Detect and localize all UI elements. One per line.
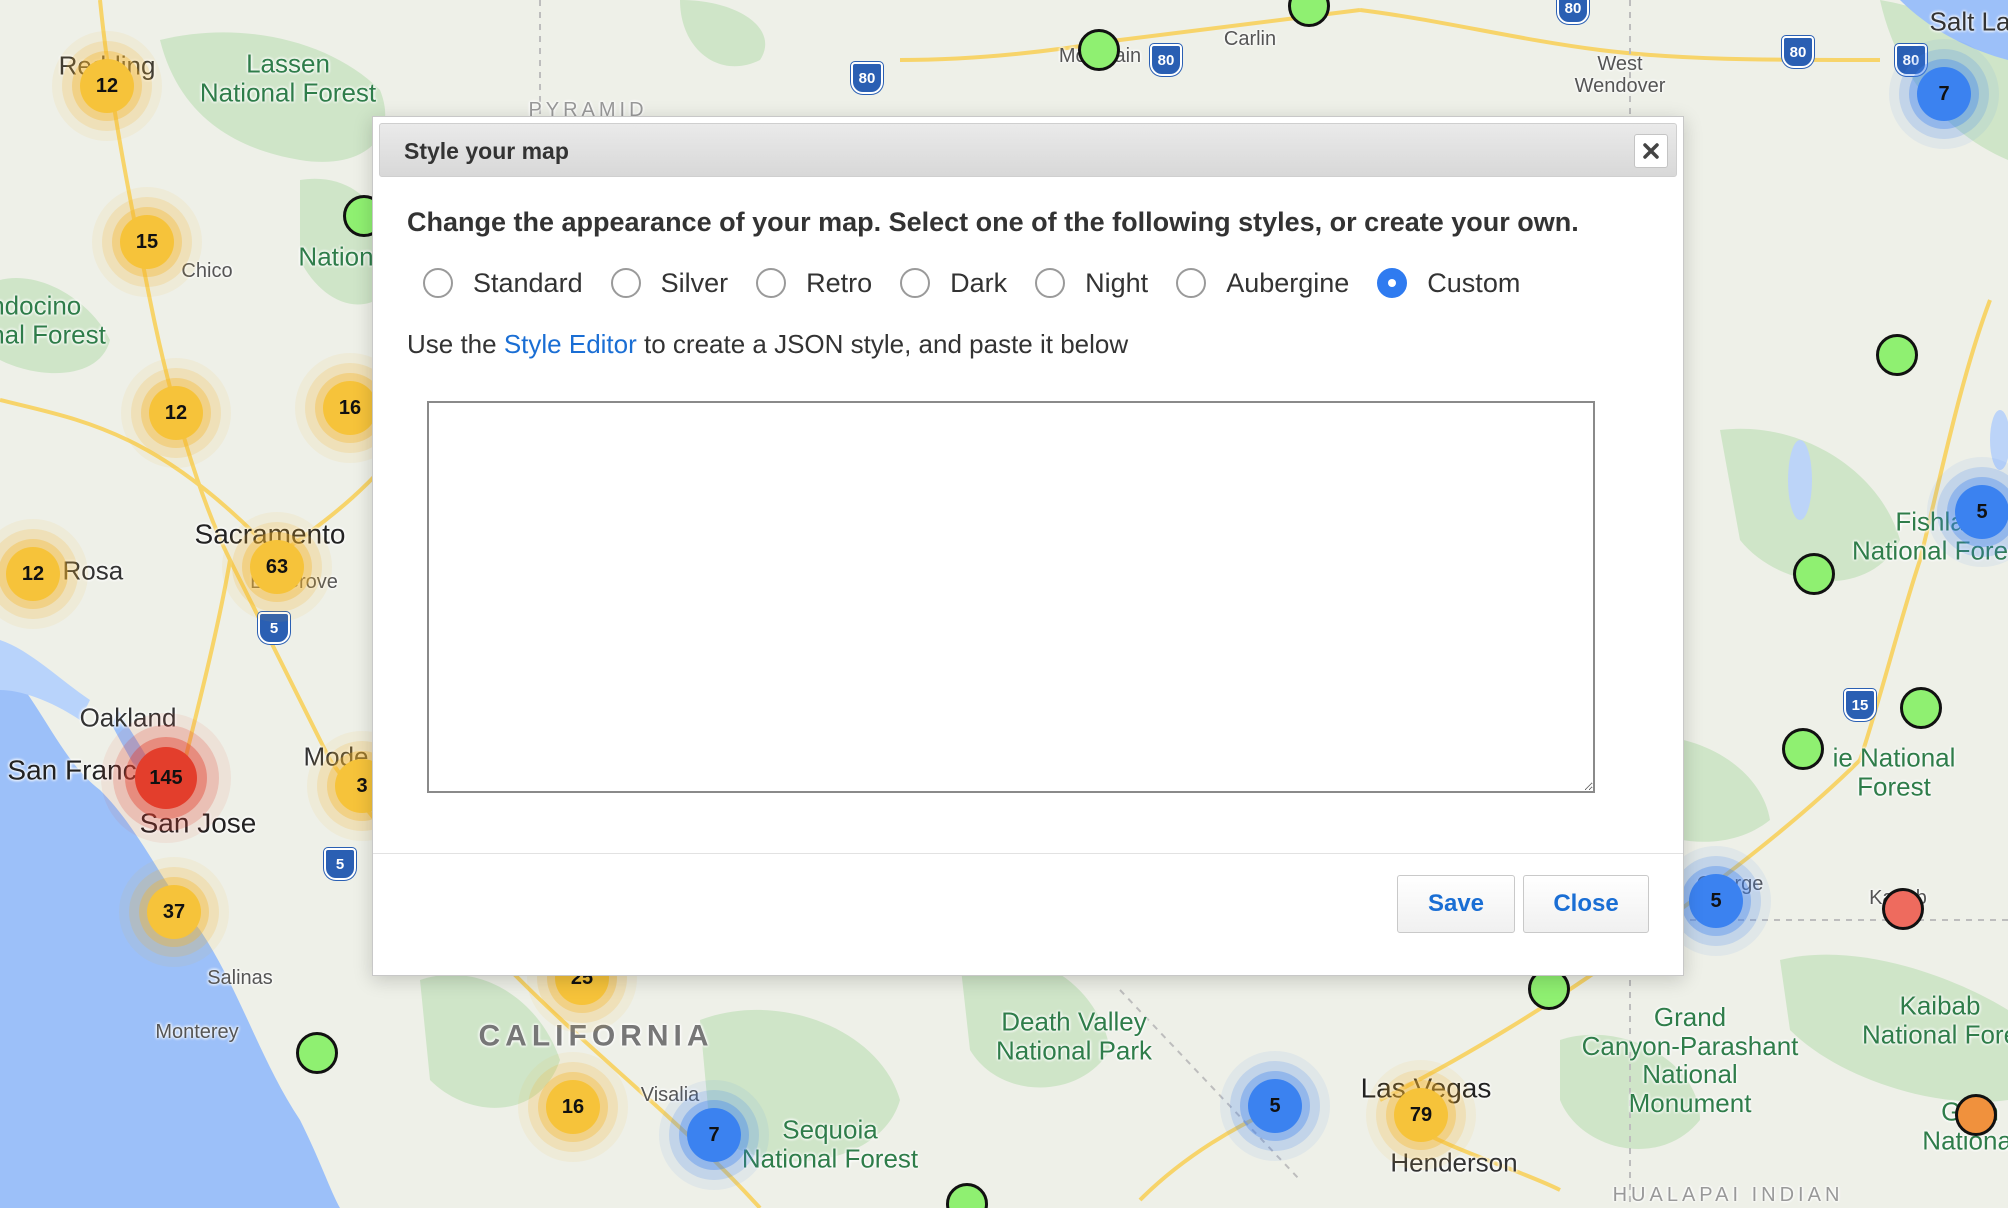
cluster-marker[interactable]: 7 <box>1917 67 1971 121</box>
radio-silver[interactable] <box>610 268 641 298</box>
style-option-silver[interactable]: Silver <box>610 267 729 299</box>
style-option-night[interactable]: Night <box>1035 268 1148 299</box>
cluster-marker[interactable]: 16 <box>323 381 377 435</box>
label-monterey: Monterey <box>155 1021 239 1043</box>
interstate-80-shield: 80 <box>1150 44 1182 76</box>
dialog-footer-divider <box>373 853 1683 854</box>
interstate-5-shield: 5 <box>258 612 290 644</box>
style-option-label: Standard <box>473 267 583 298</box>
cluster-marker[interactable]: 145 <box>135 747 197 809</box>
label-san-jose: San Jose <box>139 807 257 839</box>
style-option-standard[interactable]: Standard <box>423 268 583 299</box>
style-option-custom[interactable]: Custom <box>1377 268 1520 299</box>
radio-standard[interactable] <box>423 268 453 298</box>
location-marker[interactable] <box>1900 687 1942 729</box>
location-marker[interactable] <box>1782 728 1824 770</box>
dialog-title: Style your map <box>404 138 569 164</box>
label-kaibab-national-forest: Kaibab National Fore <box>1861 990 2008 1049</box>
cluster-marker[interactable]: 79 <box>1394 1088 1448 1142</box>
label-sequoia-national-forest: Sequoia National Forest <box>741 1114 919 1173</box>
cluster-marker[interactable]: 5 <box>1689 874 1743 928</box>
style-option-label: Night <box>1085 267 1149 298</box>
json-style-textarea[interactable] <box>427 401 1595 793</box>
hint-text-before: Use the <box>407 329 504 359</box>
radio-night[interactable] <box>1035 268 1066 298</box>
cluster-marker[interactable]: 7 <box>687 1108 741 1162</box>
cluster-marker[interactable]: 5 <box>1955 485 2008 539</box>
dialog-titlebar[interactable]: Style your map <box>379 123 1677 177</box>
style-option-retro[interactable]: Retro <box>756 268 872 299</box>
style-editor-hint: Use the Style Editor to create a JSON st… <box>407 329 1128 360</box>
label-grand-canyon-parashant: Grand Canyon-Parashant National Monument <box>1581 1001 1799 1118</box>
location-marker[interactable] <box>1882 888 1924 930</box>
location-marker[interactable] <box>1876 334 1918 376</box>
cluster-marker[interactable]: 12 <box>149 386 203 440</box>
style-options-group: Standard Silver Retro Dark Night Aubergi… <box>423 263 1548 303</box>
radio-retro[interactable] <box>756 268 787 298</box>
cluster-marker[interactable]: 12 <box>6 547 60 601</box>
interstate-80-shield: 80 <box>1557 0 1589 24</box>
close-button[interactable]: Close <box>1523 875 1649 933</box>
label-mendocino-national-forest: ndocino nal Forest <box>0 290 106 349</box>
label-california: CALIFORNIA <box>478 1019 714 1053</box>
label-dixie-national-forest: ie National Forest <box>1832 742 1956 801</box>
cluster-marker[interactable]: 37 <box>147 885 201 939</box>
interstate-15-shield: 15 <box>1844 689 1876 721</box>
style-option-dark[interactable]: Dark <box>900 268 1007 299</box>
label-visalia: Visalia <box>640 1084 700 1106</box>
cluster-marker[interactable]: 15 <box>120 215 174 269</box>
label-west-wendover: West Wendover <box>1574 53 1666 97</box>
style-option-label: Dark <box>950 267 1008 298</box>
label-national-forest-partial: Nation <box>298 241 374 272</box>
radio-aubergine[interactable] <box>1176 268 1207 298</box>
interstate-80-shield: 80 <box>1782 36 1814 68</box>
cluster-marker[interactable]: 16 <box>546 1080 600 1134</box>
label-chico: Chico <box>181 260 233 282</box>
label-lassen-national-forest: Lassen National Forest <box>199 48 377 107</box>
location-marker[interactable] <box>1955 1094 1997 1136</box>
label-oakland: Oakland <box>79 702 177 733</box>
dialog-intro-text: Change the appearance of your map. Selec… <box>407 207 1579 237</box>
location-marker[interactable] <box>1793 553 1835 595</box>
location-marker[interactable] <box>296 1032 338 1074</box>
cluster-marker[interactable]: 63 <box>250 540 304 594</box>
style-editor-link[interactable]: Style Editor <box>504 329 637 359</box>
label-hualapai: HUALAPAI INDIAN <box>1612 1184 1844 1206</box>
style-map-dialog: Style your map Change the appearance of … <box>372 116 1684 976</box>
style-option-label: Retro <box>806 267 873 298</box>
radio-custom[interactable] <box>1377 268 1408 298</box>
label-death-valley-national-park: Death Valley National Park <box>995 1006 1153 1065</box>
style-option-label: Silver <box>660 267 729 298</box>
interstate-5-shield: 5 <box>324 848 356 880</box>
hint-text-after: to create a JSON style, and paste it bel… <box>636 329 1129 359</box>
label-carlin: Carlin <box>1223 28 1277 50</box>
close-icon[interactable] <box>1634 134 1668 168</box>
radio-dark[interactable] <box>900 268 931 298</box>
save-button[interactable]: Save <box>1397 875 1515 933</box>
label-salinas: Salinas <box>207 967 273 989</box>
cluster-marker[interactable]: 5 <box>1248 1079 1302 1133</box>
cluster-marker[interactable]: 12 <box>80 59 134 113</box>
close-icon-glyph <box>1643 143 1659 159</box>
style-option-aubergine[interactable]: Aubergine <box>1176 268 1349 299</box>
location-marker[interactable] <box>1078 29 1120 71</box>
interstate-80-shield: 80 <box>1895 44 1927 76</box>
label-henderson: Henderson <box>1390 1147 1518 1178</box>
interstate-80-shield: 80 <box>851 62 883 94</box>
style-option-label: Aubergine <box>1226 267 1350 298</box>
label-salt-lake: Salt La <box>1929 6 2008 37</box>
style-option-label: Custom <box>1427 267 1521 298</box>
label-san-francisco: San Franc <box>7 754 137 786</box>
